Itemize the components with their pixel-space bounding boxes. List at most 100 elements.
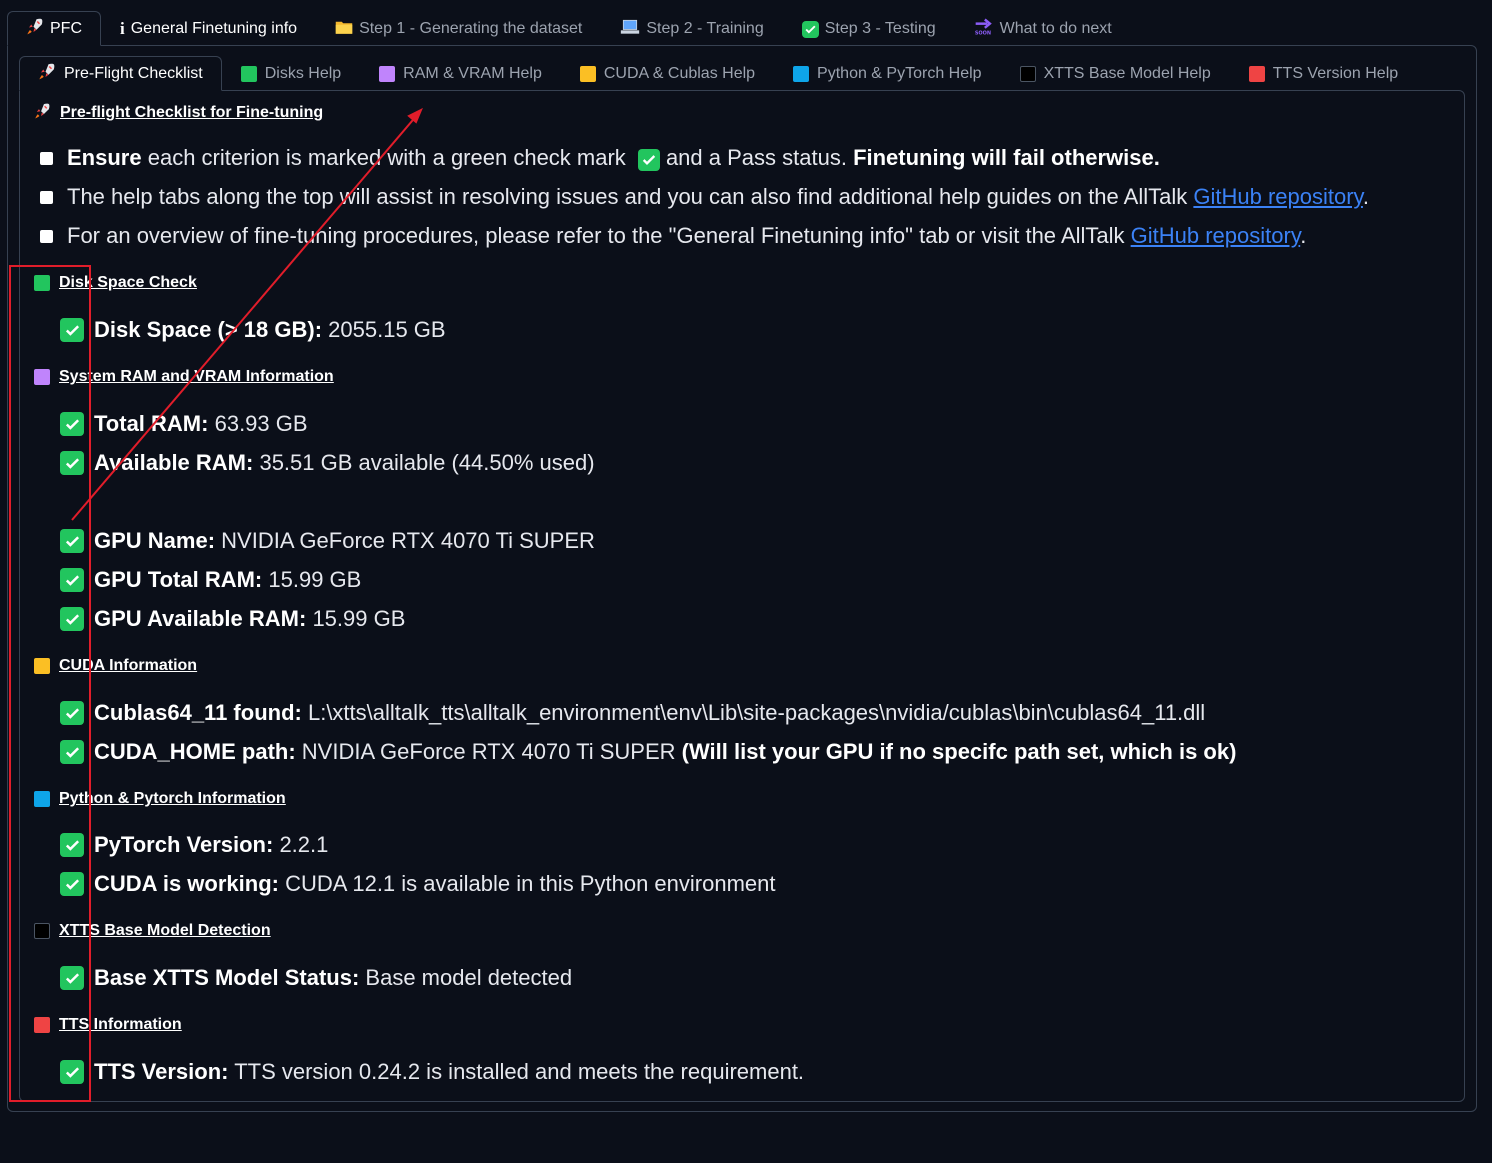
- tab-label: General Finetuning info: [130, 20, 298, 37]
- pytorch-version-row: PyTorch Version: 2.2.1: [60, 832, 328, 858]
- red-square-icon: [34, 1017, 50, 1033]
- checklist-bullet-2: The help tabs along the top will assist …: [40, 184, 1369, 210]
- row-text: GPU Total RAM: 15.99 GB: [94, 567, 361, 593]
- check-icon: [801, 20, 819, 38]
- svg-text:SOON: SOON: [974, 30, 990, 36]
- row-label: TTS Version:: [94, 1059, 229, 1084]
- row-text: GPU Available RAM: 15.99 GB: [94, 606, 405, 632]
- row-value: NVIDIA GeForce RTX 4070 Ti SUPER: [301, 739, 676, 764]
- laptop-icon: [620, 19, 640, 40]
- tab-label: CUDA & Cublas Help: [603, 65, 756, 82]
- tab-pfc[interactable]: PFC: [7, 11, 101, 46]
- tab-tts-version-help[interactable]: TTS Version Help: [1230, 56, 1417, 91]
- green-check-icon: [60, 872, 84, 896]
- section-title: System RAM and VRAM Information: [59, 368, 334, 385]
- tab-cuda-cublas-help[interactable]: CUDA & Cublas Help: [561, 56, 774, 91]
- section-title: CUDA Information: [59, 657, 198, 674]
- tab-general-finetuning-info[interactable]: i General Finetuning info: [101, 11, 316, 46]
- tab-step3[interactable]: Step 3 - Testing: [783, 11, 955, 46]
- python-section-heading: Python & Pytorch Information: [34, 790, 286, 808]
- row-label: GPU Name:: [94, 528, 216, 553]
- row-text: Cublas64_11 found: L:\xtts\alltalk_tts\a…: [94, 700, 1205, 726]
- gpu-name-row: GPU Name: NVIDIA GeForce RTX 4070 Ti SUP…: [60, 528, 595, 554]
- cuda-working-row: CUDA is working: CUDA 12.1 is available …: [60, 871, 775, 897]
- purple-square-icon: [379, 66, 396, 82]
- green-check-icon: [60, 966, 84, 990]
- github-repository-link[interactable]: GitHub repository: [1193, 184, 1363, 209]
- green-check-icon: [60, 412, 84, 436]
- checklist-heading: Pre-flight Checklist for Fine-tuning: [34, 102, 323, 124]
- bullet-text-part: The help tabs along the top will assist …: [67, 184, 1188, 209]
- row-text: Base XTTS Model Status: Base model detec…: [94, 965, 572, 991]
- tab-label: Step 2 - Training: [646, 20, 764, 37]
- row-label: GPU Total RAM:: [94, 567, 263, 592]
- checklist-bullet-3: For an overview of fine-tuning procedure…: [40, 223, 1306, 249]
- row-label: Available RAM:: [94, 450, 254, 475]
- blue-square-icon: [793, 66, 810, 82]
- row-label: Disk Space (> 18 GB):: [94, 317, 323, 342]
- tts-version-row: TTS Version: TTS version 0.24.2 is insta…: [60, 1059, 804, 1085]
- rocket-icon: [34, 102, 51, 124]
- green-square-icon: [240, 66, 257, 82]
- row-note: (Will list your GPU if no specifc path s…: [681, 739, 1237, 764]
- tab-ram-vram-help[interactable]: RAM & VRAM Help: [360, 56, 561, 91]
- tab-what-to-do-next[interactable]: SOON What to do next: [955, 11, 1131, 46]
- tab-python-pytorch-help[interactable]: Python & PyTorch Help: [774, 56, 1001, 91]
- tab-disks-help[interactable]: Disks Help: [222, 56, 360, 91]
- tab-label: TTS Version Help: [1272, 65, 1399, 82]
- row-label: GPU Available RAM:: [94, 606, 307, 631]
- row-value: 15.99 GB: [312, 606, 406, 631]
- section-title: XTTS Base Model Detection: [59, 922, 271, 939]
- row-value: 15.99 GB: [268, 567, 362, 592]
- tab-label: Disks Help: [264, 65, 342, 82]
- page: PFC i General Finetuning info Step 1 - G…: [0, 0, 1492, 1163]
- row-label: CUDA is working:: [94, 871, 279, 896]
- tts-section-heading: TTS Information: [34, 1016, 182, 1034]
- row-value: 35.51 GB available (44.50% used): [259, 450, 595, 475]
- bullet-text-part: and a Pass status.: [665, 145, 847, 170]
- row-label: Base XTTS Model Status:: [94, 965, 360, 990]
- bullet-checkbox[interactable]: [40, 151, 53, 165]
- bullet-text: The help tabs along the top will assist …: [67, 184, 1370, 209]
- green-check-icon: [60, 740, 84, 764]
- tab-label: Pre-Flight Checklist: [64, 64, 203, 82]
- bullet-strong: Ensure: [67, 145, 142, 170]
- row-text: TTS Version: TTS version 0.24.2 is insta…: [94, 1059, 804, 1085]
- tab-label: Step 3 - Testing: [824, 20, 936, 37]
- orange-square-icon: [34, 658, 50, 674]
- tab-label: What to do next: [999, 20, 1112, 37]
- bullet-strong: Finetuning will fail otherwise.: [853, 145, 1160, 170]
- tab-label: XTTS Base Model Help: [1043, 65, 1211, 82]
- blue-square-icon: [34, 791, 50, 807]
- section-title: TTS Information: [59, 1016, 182, 1033]
- section-title: Python & Pytorch Information: [59, 790, 286, 807]
- orange-square-icon: [579, 66, 596, 82]
- row-label: CUDA_HOME path:: [94, 739, 296, 764]
- tab-xtts-base-model-help[interactable]: XTTS Base Model Help: [1001, 56, 1230, 91]
- checklist-title: Pre-flight Checklist for Fine-tuning: [60, 104, 324, 121]
- bullet-checkbox[interactable]: [40, 190, 53, 204]
- github-repository-link[interactable]: GitHub repository: [1131, 223, 1301, 248]
- gpu-total-ram-row: GPU Total RAM: 15.99 GB: [60, 567, 361, 593]
- green-check-icon: [60, 833, 84, 857]
- bullet-text: For an overview of fine-tuning procedure…: [67, 223, 1307, 248]
- row-label: PyTorch Version:: [94, 832, 274, 857]
- bullet-checkbox[interactable]: [40, 229, 53, 243]
- green-check-icon: [60, 318, 84, 342]
- inner-tab-bar: Pre-Flight Checklist Disks Help RAM & VR…: [19, 56, 1466, 91]
- rocket-icon: [26, 17, 44, 40]
- row-text: CUDA_HOME path: NVIDIA GeForce RTX 4070 …: [94, 739, 1236, 765]
- row-text: CUDA is working: CUDA 12.1 is available …: [94, 871, 775, 897]
- tab-step2[interactable]: Step 2 - Training: [601, 11, 782, 46]
- black-square-icon: [34, 923, 50, 939]
- tab-pre-flight-checklist[interactable]: Pre-Flight Checklist: [19, 56, 222, 91]
- tab-step1[interactable]: Step 1 - Generating the dataset: [316, 11, 601, 46]
- row-value: 63.93 GB: [214, 411, 308, 436]
- bullet-text-part: For an overview of fine-tuning procedure…: [67, 223, 1125, 248]
- row-text: Total RAM: 63.93 GB: [94, 411, 308, 437]
- row-label: Cublas64_11 found:: [94, 700, 302, 725]
- row-value: CUDA 12.1 is available in this Python en…: [285, 871, 776, 896]
- row-value: TTS version 0.24.2 is installed and meet…: [234, 1059, 805, 1084]
- checklist-bullet-1: Ensure each criterion is marked with a g…: [40, 145, 1160, 171]
- green-check-icon: [60, 1060, 84, 1084]
